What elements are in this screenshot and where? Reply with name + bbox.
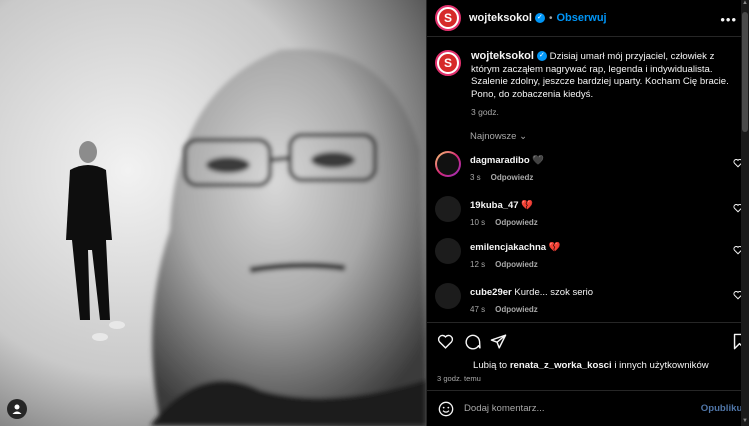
commenter-avatar[interactable] xyxy=(435,196,461,222)
reply-button[interactable]: Odpowiedz xyxy=(495,260,538,269)
scroll-up-icon[interactable]: ▲ xyxy=(742,0,748,8)
comment-time: 10 s xyxy=(470,218,486,227)
post-caption: S wojteksokol ✓ Dzisiaj umarł mój przyjac… xyxy=(435,50,741,119)
post-details-panel: S wojteksokol ✓ • Obserwuj ••• S wojteks… xyxy=(426,0,749,426)
chevron-down-icon: ⌄ xyxy=(519,131,528,142)
emoji-icon[interactable] xyxy=(438,401,454,417)
comment-input[interactable]: Dodaj komentarz... xyxy=(464,403,545,414)
action-bar xyxy=(427,322,749,360)
username-link[interactable]: wojteksokol xyxy=(469,12,532,24)
liker-username[interactable]: renata_z_worka_kosci xyxy=(510,360,612,371)
heart-icon[interactable] xyxy=(437,333,454,350)
verified-badge-icon: ✓ xyxy=(534,13,545,23)
scroll-thumb[interactable] xyxy=(742,12,748,132)
caption-body: wojteksokol ✓ Dzisiaj umarł mój przyjacie… xyxy=(471,50,741,119)
comment-item: emilencjakachna 💔 12 s Odpowiedz xyxy=(435,238,745,278)
share-icon[interactable] xyxy=(490,333,507,350)
comment-time: 47 s xyxy=(470,305,486,314)
comment-username[interactable]: dagmaradibo xyxy=(470,155,530,166)
sort-dropdown[interactable]: Najnowsze ⌄ xyxy=(470,131,527,142)
commenter-avatar[interactable] xyxy=(435,283,461,309)
separator-dot: • xyxy=(548,12,553,24)
post-timestamp: 3 godz. temu xyxy=(437,374,481,383)
comment-username[interactable]: emilencjakachna xyxy=(470,242,546,253)
likes-summary: Lubią to renata_z_worka_kosci i innych u… xyxy=(473,360,709,371)
commenter-avatar[interactable] xyxy=(435,151,461,177)
commenter-avatar[interactable] xyxy=(435,238,461,264)
comment-icon[interactable] xyxy=(464,333,481,350)
comment-text: 🖤 xyxy=(532,155,545,166)
comment-username[interactable]: 19kuba_47 xyxy=(470,200,519,211)
reply-button[interactable]: Odpowiedz xyxy=(495,218,538,227)
comment-text: 💔 xyxy=(521,200,534,211)
scroll-down-icon[interactable]: ▼ xyxy=(742,418,748,426)
user-tag-icon[interactable] xyxy=(7,399,27,419)
comment-item: cube29er Kurde... szok serio 47 s Odpowie… xyxy=(435,283,745,323)
avatar[interactable]: S xyxy=(435,5,461,31)
comment-text: Kurde... szok serio xyxy=(514,287,594,298)
caption-avatar[interactable]: S xyxy=(435,50,461,76)
caption-time: 3 godz. xyxy=(471,107,499,117)
publish-button[interactable]: Opublikuj xyxy=(701,403,745,414)
verified-badge-icon: ✓ xyxy=(536,51,547,62)
reply-button[interactable]: Odpowiedz xyxy=(495,305,538,314)
more-options-icon[interactable]: ••• xyxy=(720,12,737,27)
comment-time: 3 s xyxy=(470,173,481,182)
comment-text: 💔 xyxy=(548,242,561,253)
likes-others-link[interactable]: i innych użytkowników xyxy=(614,360,708,371)
comment-username[interactable]: cube29er xyxy=(470,287,512,298)
comment-item: dagmaradibo 🖤 3 s Odpowiedz xyxy=(435,151,745,191)
comment-time: 12 s xyxy=(470,260,486,269)
post-image[interactable] xyxy=(0,0,426,426)
add-comment-bar: Dodaj komentarz... Opublikuj xyxy=(427,390,749,426)
post-photo-graphic xyxy=(0,0,426,426)
caption-username[interactable]: wojteksokol xyxy=(471,50,534,62)
follow-button[interactable]: Obserwuj xyxy=(556,12,606,24)
comment-item: 19kuba_47 💔 10 s Odpowiedz xyxy=(435,196,745,236)
post-header: S wojteksokol ✓ • Obserwuj ••• xyxy=(427,0,749,37)
reply-button[interactable]: Odpowiedz xyxy=(491,173,534,182)
scrollbar[interactable]: ▲ ▼ xyxy=(741,0,749,426)
